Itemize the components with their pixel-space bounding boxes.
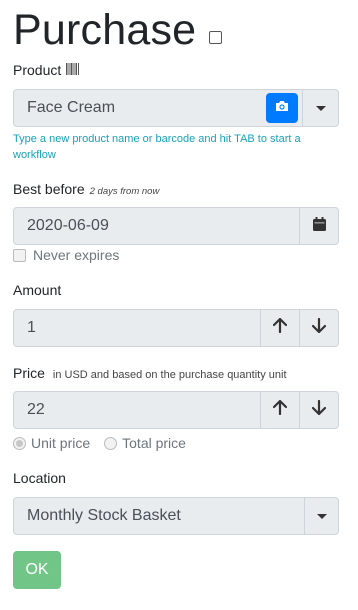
location-select[interactable]: Monthly Stock Basket	[13, 497, 339, 535]
calendar-icon	[312, 216, 326, 236]
chevron-down-icon	[316, 513, 327, 519]
camera-scan-button[interactable]	[266, 93, 298, 123]
amount-input[interactable]: 1	[14, 319, 260, 337]
price-label: Price	[13, 365, 45, 381]
never-expires-label: Never expires	[33, 247, 120, 263]
arrow-down-icon	[311, 399, 327, 420]
calendar-button[interactable]	[299, 208, 338, 244]
best-before-label-row: Best before 2 days from now	[13, 181, 159, 197]
amount-field[interactable]: 1	[13, 309, 339, 347]
amount-increment-button[interactable]	[260, 310, 299, 346]
amount-label: Amount	[13, 282, 62, 298]
arrow-down-icon	[311, 317, 327, 338]
product-dropdown-button[interactable]	[302, 90, 338, 126]
price-label-row: Price in USD and based on the purchase q…	[13, 365, 287, 381]
price-hint: in USD and based on the purchase quantit…	[52, 369, 287, 381]
best-before-field[interactable]: 2020-06-09	[13, 207, 339, 245]
product-label-row: Product	[13, 62, 80, 78]
location-label: Location	[13, 470, 66, 486]
total-price-label: Total price	[122, 435, 186, 451]
product-label: Product	[13, 62, 62, 78]
price-type-row: Unit price Total price	[13, 435, 186, 451]
never-expires-row[interactable]: Never expires	[13, 247, 119, 263]
arrow-up-icon	[272, 399, 288, 420]
camera-icon	[275, 99, 289, 117]
never-expires-checkbox[interactable]	[13, 248, 26, 262]
unit-price-radio[interactable]	[13, 436, 26, 450]
location-value[interactable]: Monthly Stock Basket	[14, 507, 304, 525]
ok-button[interactable]: OK	[13, 551, 61, 589]
product-input[interactable]: Face Cream	[14, 99, 266, 117]
best-before-input[interactable]: 2020-06-09	[14, 217, 299, 235]
location-label-row: Location	[13, 470, 66, 486]
location-dropdown-button[interactable]	[304, 498, 338, 534]
page-title: Purchase	[13, 6, 197, 54]
chevron-down-icon	[315, 105, 326, 111]
price-field[interactable]: 22	[13, 391, 339, 429]
barcode-icon	[66, 62, 80, 75]
amount-label-row: Amount	[13, 282, 61, 298]
price-decrement-button[interactable]	[299, 392, 338, 428]
unit-price-label: Unit price	[31, 435, 91, 451]
amount-decrement-button[interactable]	[299, 310, 338, 346]
price-increment-button[interactable]	[260, 392, 299, 428]
arrow-up-icon	[272, 317, 288, 338]
product-field[interactable]: Face Cream	[13, 89, 339, 127]
best-before-label: Best before	[13, 181, 85, 197]
best-before-hint: 2 days from now	[89, 186, 160, 197]
total-price-radio[interactable]	[104, 436, 118, 450]
price-input[interactable]: 22	[14, 401, 260, 419]
title-checkbox[interactable]	[209, 31, 223, 44]
product-help-text: Type a new product name or barcode and h…	[13, 133, 301, 161]
title-row: Purchase	[13, 4, 223, 56]
